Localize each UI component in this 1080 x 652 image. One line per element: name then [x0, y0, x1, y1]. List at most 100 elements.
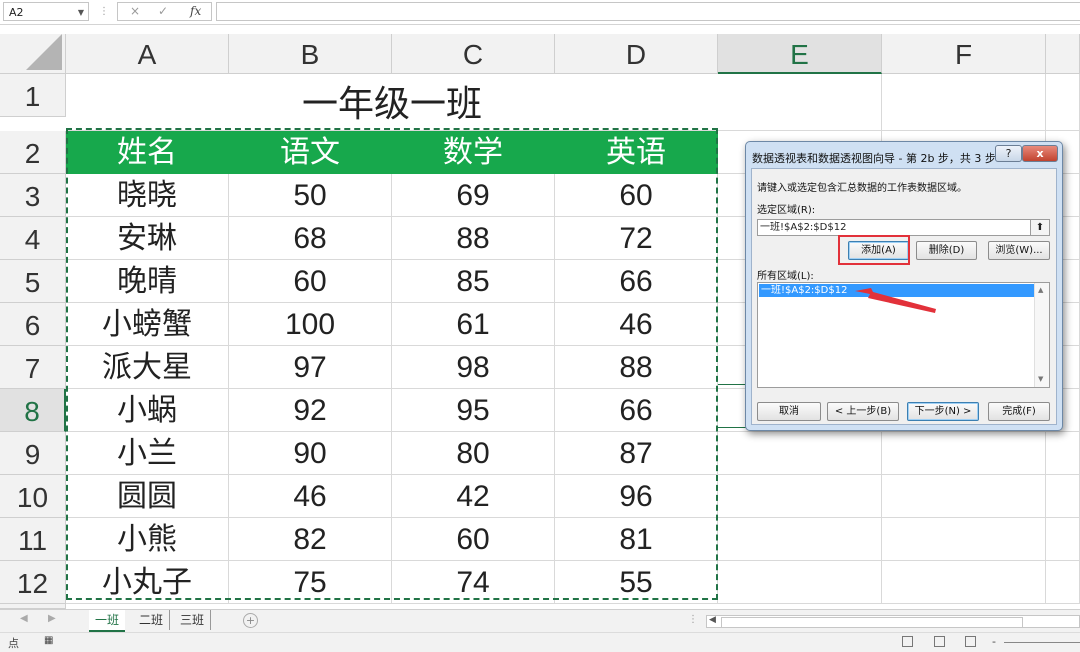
data-cell-name[interactable]: 小丸子 — [66, 561, 229, 604]
empty-cell[interactable] — [882, 475, 1046, 518]
data-cell-english[interactable]: 60 — [555, 174, 718, 217]
collapse-dialog-icon[interactable]: ⬆ — [1030, 220, 1049, 235]
data-cell-name[interactable]: 小兰 — [66, 432, 229, 475]
list-scrollbar[interactable]: ▲ ▼ — [1034, 283, 1049, 387]
cancel-icon[interactable]: × — [130, 4, 140, 18]
scroll-up-icon[interactable]: ▲ — [1038, 286, 1043, 294]
data-cell-chinese[interactable]: 60 — [229, 260, 392, 303]
delete-button[interactable]: 删除(D) — [916, 241, 977, 260]
select-all-corner[interactable] — [0, 34, 66, 74]
normal-view-icon[interactable] — [902, 636, 913, 647]
tab-scroll-left-icon[interactable]: ◀ — [20, 613, 28, 624]
empty-cell[interactable] — [718, 74, 882, 131]
data-cell-chinese[interactable]: 97 — [229, 346, 392, 389]
column-header-b[interactable]: B — [229, 34, 392, 74]
data-cell-chinese[interactable]: 46 — [229, 475, 392, 518]
help-button[interactable]: ? — [995, 145, 1022, 162]
data-cell-chinese[interactable]: 90 — [229, 432, 392, 475]
empty-cell[interactable] — [718, 561, 882, 604]
column-header-e[interactable]: E — [718, 34, 882, 74]
data-cell-name[interactable]: 小蜗 — [66, 389, 229, 432]
empty-cell[interactable] — [882, 518, 1046, 561]
data-cell-english[interactable]: 72 — [555, 217, 718, 260]
add-sheet-icon[interactable]: + — [243, 613, 258, 628]
finish-button[interactable]: 完成(F) — [988, 402, 1050, 421]
row-header-7[interactable]: 7 — [0, 346, 66, 389]
sheet-tab-1[interactable]: 一班 — [89, 610, 125, 632]
data-cell-math[interactable]: 42 — [392, 475, 555, 518]
data-cell-name[interactable]: 晓晓 — [66, 174, 229, 217]
data-cell-math[interactable]: 60 — [392, 518, 555, 561]
list-item[interactable]: 一班!$A$2:$D$12 — [759, 284, 1036, 297]
add-button[interactable]: 添加(A) — [848, 241, 909, 260]
data-cell-chinese[interactable]: 92 — [229, 389, 392, 432]
all-ranges-list[interactable]: 一班!$A$2:$D$12 ▲ ▼ — [757, 282, 1050, 388]
data-cell-english[interactable]: 55 — [555, 561, 718, 604]
empty-cell[interactable] — [1046, 74, 1080, 131]
row-header-9[interactable]: 9 — [0, 432, 66, 475]
horizontal-scrollbar[interactable]: ◀ — [706, 615, 1080, 628]
tab-scroll-right-icon[interactable]: ▶ — [48, 613, 56, 624]
fx-icon[interactable]: fx — [190, 4, 201, 18]
back-button[interactable]: < 上一步(B) — [827, 402, 899, 421]
data-cell-chinese[interactable]: 50 — [229, 174, 392, 217]
row-header-12[interactable]: 12 — [0, 561, 66, 604]
data-cell-english[interactable]: 88 — [555, 346, 718, 389]
formula-input[interactable] — [216, 2, 1080, 21]
zoom-out-icon[interactable]: - — [992, 635, 996, 648]
empty-cell[interactable] — [1046, 561, 1080, 604]
data-cell-math[interactable]: 98 — [392, 346, 555, 389]
enter-icon[interactable]: ✓ — [158, 4, 168, 18]
header-cell-math[interactable]: 数学 — [392, 131, 555, 174]
empty-cell[interactable] — [1046, 432, 1080, 475]
data-cell-name[interactable]: 晚晴 — [66, 260, 229, 303]
data-cell-english[interactable]: 66 — [555, 389, 718, 432]
scroll-down-icon[interactable]: ▼ — [1038, 375, 1043, 383]
data-cell-math[interactable]: 80 — [392, 432, 555, 475]
data-cell-math[interactable]: 85 — [392, 260, 555, 303]
data-cell-english[interactable]: 87 — [555, 432, 718, 475]
data-cell-name[interactable]: 小螃蟹 — [66, 303, 229, 346]
data-cell-chinese[interactable]: 100 — [229, 303, 392, 346]
header-cell-english[interactable]: 英语 — [555, 131, 718, 174]
close-button[interactable]: x — [1022, 145, 1058, 162]
data-cell-math[interactable]: 61 — [392, 303, 555, 346]
column-header-g[interactable] — [1046, 34, 1080, 74]
cancel-button[interactable]: 取消 — [757, 402, 821, 421]
page-break-view-icon[interactable] — [965, 636, 976, 647]
chevron-down-icon[interactable]: ▼ — [78, 3, 84, 22]
column-header-c[interactable]: C — [392, 34, 555, 74]
scroll-left-icon[interactable]: ◀ — [709, 615, 716, 625]
row-header-3[interactable]: 3 — [0, 174, 66, 217]
sheet-title-cell[interactable]: 一年级一班 — [66, 74, 718, 131]
browse-button[interactable]: 浏览(W)... — [988, 241, 1050, 260]
data-cell-name[interactable]: 安琳 — [66, 217, 229, 260]
zoom-slider[interactable] — [1004, 642, 1080, 643]
data-cell-chinese[interactable]: 75 — [229, 561, 392, 604]
empty-cell[interactable] — [1046, 475, 1080, 518]
data-cell-math[interactable]: 88 — [392, 217, 555, 260]
splitter-handle-icon[interactable]: ⋮ — [688, 614, 698, 625]
data-cell-english[interactable]: 66 — [555, 260, 718, 303]
data-cell-english[interactable]: 96 — [555, 475, 718, 518]
empty-cell[interactable] — [882, 432, 1046, 475]
resize-handle-icon[interactable]: ⋮ — [99, 6, 109, 17]
row-header-6[interactable]: 6 — [0, 303, 66, 346]
empty-cell[interactable] — [882, 561, 1046, 604]
name-box[interactable]: A2 ▼ — [3, 2, 89, 21]
header-cell-name[interactable]: 姓名 — [66, 131, 229, 174]
empty-cell[interactable] — [718, 432, 882, 475]
data-cell-name[interactable]: 小熊 — [66, 518, 229, 561]
row-header-11[interactable]: 11 — [0, 518, 66, 561]
row-header-10[interactable]: 10 — [0, 475, 66, 518]
range-input[interactable]: 一班!$A$2:$D$12 ⬆ — [757, 219, 1050, 236]
data-cell-english[interactable]: 46 — [555, 303, 718, 346]
data-cell-math[interactable]: 69 — [392, 174, 555, 217]
column-header-a[interactable]: A — [66, 34, 229, 74]
scrollbar-thumb[interactable] — [721, 617, 1023, 628]
empty-cell[interactable] — [718, 475, 882, 518]
empty-cell[interactable] — [718, 518, 882, 561]
empty-cell[interactable] — [1046, 518, 1080, 561]
row-header-8[interactable]: 8 — [0, 389, 66, 432]
row-header-1[interactable]: 1 — [0, 74, 66, 117]
